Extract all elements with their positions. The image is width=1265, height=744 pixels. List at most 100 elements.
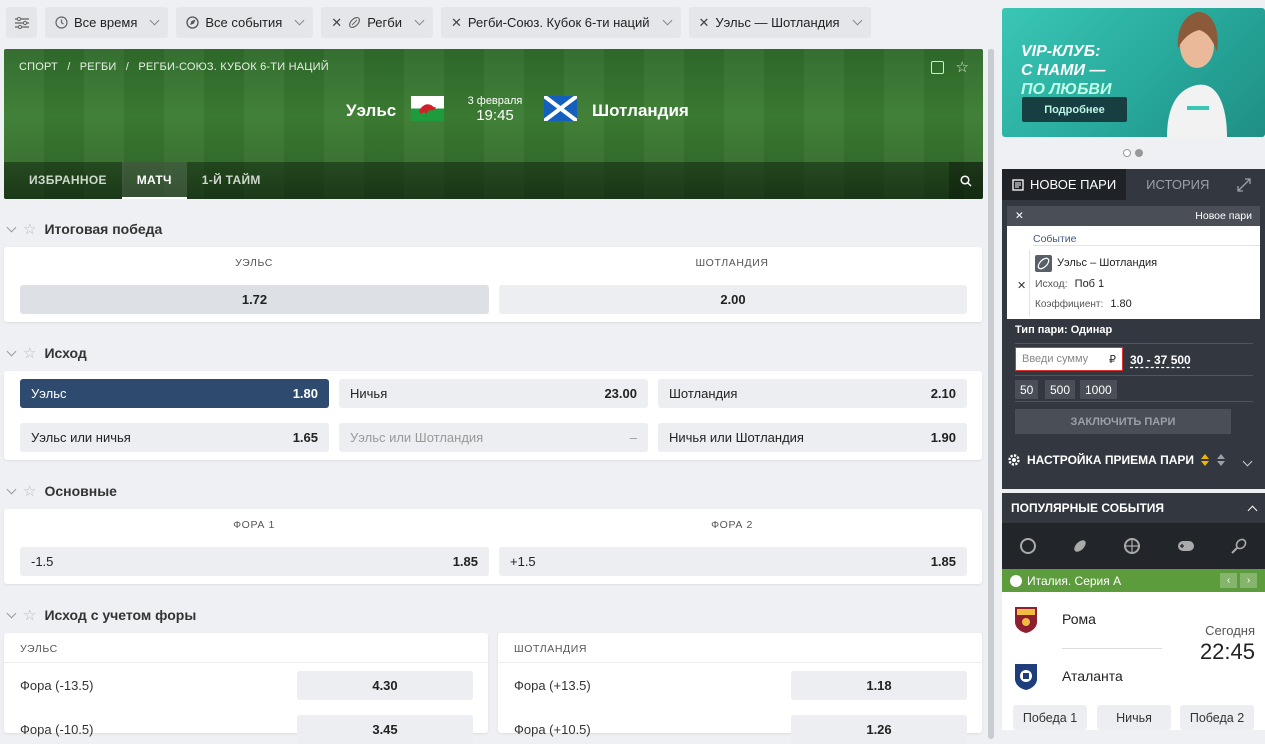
popular-title: ПОПУЛЯРНЫЕ СОБЫТИЯ [1011, 501, 1165, 515]
market-header-win[interactable]: ☆ Итоговая победа [6, 220, 162, 238]
scrollbar[interactable] [988, 49, 994, 739]
odd-value: 1.85 [930, 554, 956, 569]
match-datetime: 3 февраля 19:45 [465, 95, 525, 124]
remove-icon[interactable]: ✕ [331, 15, 342, 31]
filter-settings-button[interactable] [6, 7, 37, 38]
remove-bet-icon[interactable]: ✕ [1017, 279, 1026, 292]
favorite-star-icon[interactable]: ☆ [956, 60, 969, 75]
match-day: Сегодня [1205, 623, 1255, 638]
scrollbar-thumb[interactable] [988, 49, 994, 739]
odd-button[interactable]: 2.00 [499, 285, 967, 314]
chevron-up-icon[interactable] [1247, 505, 1258, 515]
tab-history[interactable]: ИСТОРИЯ [1136, 169, 1219, 200]
match-filter-chip[interactable]: ✕ Уэльс — Шотландия [688, 7, 871, 38]
odd-button[interactable]: Победа 2 [1180, 705, 1254, 730]
coupon-title: Новое пари [1195, 210, 1252, 222]
chevron-down-icon[interactable] [6, 346, 17, 356]
bet-type: Тип пари: Одинар [1015, 324, 1113, 336]
tab-first-half[interactable]: 1-Й ТАЙМ [187, 162, 276, 199]
odd-button[interactable]: Ничья или Шотландия 1.90 [658, 423, 967, 452]
promo-banner[interactable]: VIP-КЛУБ: С НАМИ — ПО ЛЮБВИ Подробнее [1002, 8, 1265, 137]
odd-button[interactable]: 1.72 [20, 285, 489, 314]
breadcrumb-tournament[interactable]: РЕГБИ-СОЮЗ. КУБОК 6-ТИ НАЦИЙ [138, 61, 328, 73]
events-filter-label: Все события [205, 15, 283, 30]
chevron-down-icon [662, 15, 672, 26]
favorite-star-icon[interactable]: ☆ [23, 606, 36, 624]
match-time: 19:45 [476, 107, 514, 124]
odd-button[interactable]: 4.30 [297, 671, 473, 700]
chevron-down-icon[interactable] [1242, 456, 1253, 467]
clock-icon [55, 16, 68, 29]
odd-button[interactable]: Уэльс или ничья 1.65 [20, 423, 329, 452]
odd-button[interactable]: +1.5 1.85 [499, 547, 967, 576]
stats-icon[interactable] [930, 61, 944, 74]
remove-icon[interactable]: ✕ [699, 15, 710, 31]
carousel-dot-active[interactable] [1135, 149, 1143, 157]
away-team[interactable]: Аталанта [1062, 668, 1123, 684]
home-team[interactable]: Рома [1062, 611, 1096, 627]
place-bet-button[interactable]: ЗАКЛЮЧИТЬ ПАРИ [1015, 409, 1231, 434]
league-name[interactable]: Италия. Серия А [1027, 574, 1121, 588]
bet-coupon: ✕ Новое пари Событие ✕ Уэльс – Шотландия… [1007, 206, 1260, 319]
odd-button[interactable]: 1.18 [791, 671, 967, 700]
bet-acceptance-settings[interactable]: НАСТРОЙКА ПРИЕМА ПАРИ [1007, 453, 1226, 467]
sport-filter-label: Регби [367, 15, 402, 30]
gamepad-icon[interactable] [1177, 539, 1195, 553]
market-header-main[interactable]: ☆ Основные [6, 482, 117, 500]
quick-stake-button[interactable]: 500 [1045, 380, 1076, 399]
column-header: УЭЛЬС [20, 643, 58, 655]
next-arrow-icon[interactable]: › [1240, 573, 1257, 588]
column-header: ФОРА 2 [711, 519, 753, 531]
tab-new-bet[interactable]: НОВОЕ ПАРИ [1002, 169, 1127, 200]
column-header: ШОТЛАНДИЯ [514, 643, 588, 655]
coef-value: 1.80 [1110, 298, 1132, 310]
rugby-ball-icon[interactable] [1072, 538, 1088, 554]
carousel-dot[interactable] [1123, 149, 1131, 157]
tennis-icon[interactable] [1231, 538, 1247, 554]
breadcrumb-sport[interactable]: СПОРТ [19, 61, 58, 73]
bet-event-name: Уэльс – Шотландия [1057, 257, 1158, 269]
odd-value: 2.10 [930, 386, 956, 401]
handicap-card-home: УЭЛЬС Фора (-13.5) 4.30 Фора (-10.5) 3.4… [4, 633, 488, 744]
favorite-star-icon[interactable]: ☆ [23, 344, 36, 362]
breadcrumb-rugby[interactable]: РЕГБИ [80, 61, 117, 73]
odd-button[interactable]: Шотландия 2.10 [658, 379, 967, 408]
odd-button[interactable]: Ничья 23.00 [339, 379, 648, 408]
search-button[interactable] [949, 162, 983, 199]
stake-range[interactable]: 30 - 37 500 [1130, 353, 1191, 367]
basketball-icon[interactable] [1124, 538, 1141, 554]
breadcrumb: СПОРТ / РЕГБИ / РЕГБИ-СОЮЗ. КУБОК 6-ТИ Н… [19, 61, 335, 73]
time-filter-dropdown[interactable]: Все время [45, 7, 169, 38]
chevron-down-icon [294, 15, 305, 26]
remove-icon[interactable]: ✕ [451, 15, 462, 31]
quick-stake-button[interactable]: 1000 [1080, 380, 1117, 399]
tab-label: НОВОЕ ПАРИ [1030, 177, 1117, 192]
handicap-label: Фора (-13.5) [20, 678, 94, 693]
events-filter-dropdown[interactable]: Все события [176, 7, 314, 38]
chevron-down-icon[interactable] [6, 608, 17, 618]
odd-button[interactable]: Победа 1 [1013, 705, 1087, 730]
favorite-star-icon[interactable]: ☆ [23, 220, 36, 238]
sport-filter-chip[interactable]: ✕ Регби [321, 7, 433, 38]
tournament-filter-chip[interactable]: ✕ Регби-Союз. Кубок 6-ти наций [440, 7, 681, 38]
expand-icon[interactable] [1237, 178, 1251, 192]
odd-button[interactable]: Ничья [1097, 705, 1171, 730]
close-icon[interactable]: ✕ [1015, 210, 1024, 222]
prev-arrow-icon[interactable]: ‹ [1220, 573, 1237, 588]
market-header-outcome[interactable]: ☆ Исход [6, 344, 87, 362]
quick-stake-button[interactable]: 50 [1015, 380, 1039, 399]
odd-button-selected[interactable]: Уэльс 1.80 [20, 379, 329, 408]
soccer-ball-icon[interactable] [1020, 538, 1037, 554]
stake-input[interactable]: Введи сумму ₽ [1015, 347, 1123, 371]
chevron-down-icon[interactable] [6, 484, 17, 494]
promo-more-button[interactable]: Подробнее [1022, 97, 1127, 122]
market-header-handicap[interactable]: ☆ Исход с учетом форы [6, 606, 196, 624]
wales-flag-icon [411, 96, 444, 121]
promo-line: С НАМИ — [1021, 62, 1106, 79]
tab-match[interactable]: МАТЧ [121, 162, 187, 199]
chevron-down-icon[interactable] [6, 222, 17, 232]
favorite-star-icon[interactable]: ☆ [23, 482, 36, 500]
sliders-icon [14, 16, 29, 29]
tab-favorites[interactable]: ИЗБРАННОЕ [14, 162, 122, 199]
odd-button[interactable]: -1.5 1.85 [20, 547, 489, 576]
